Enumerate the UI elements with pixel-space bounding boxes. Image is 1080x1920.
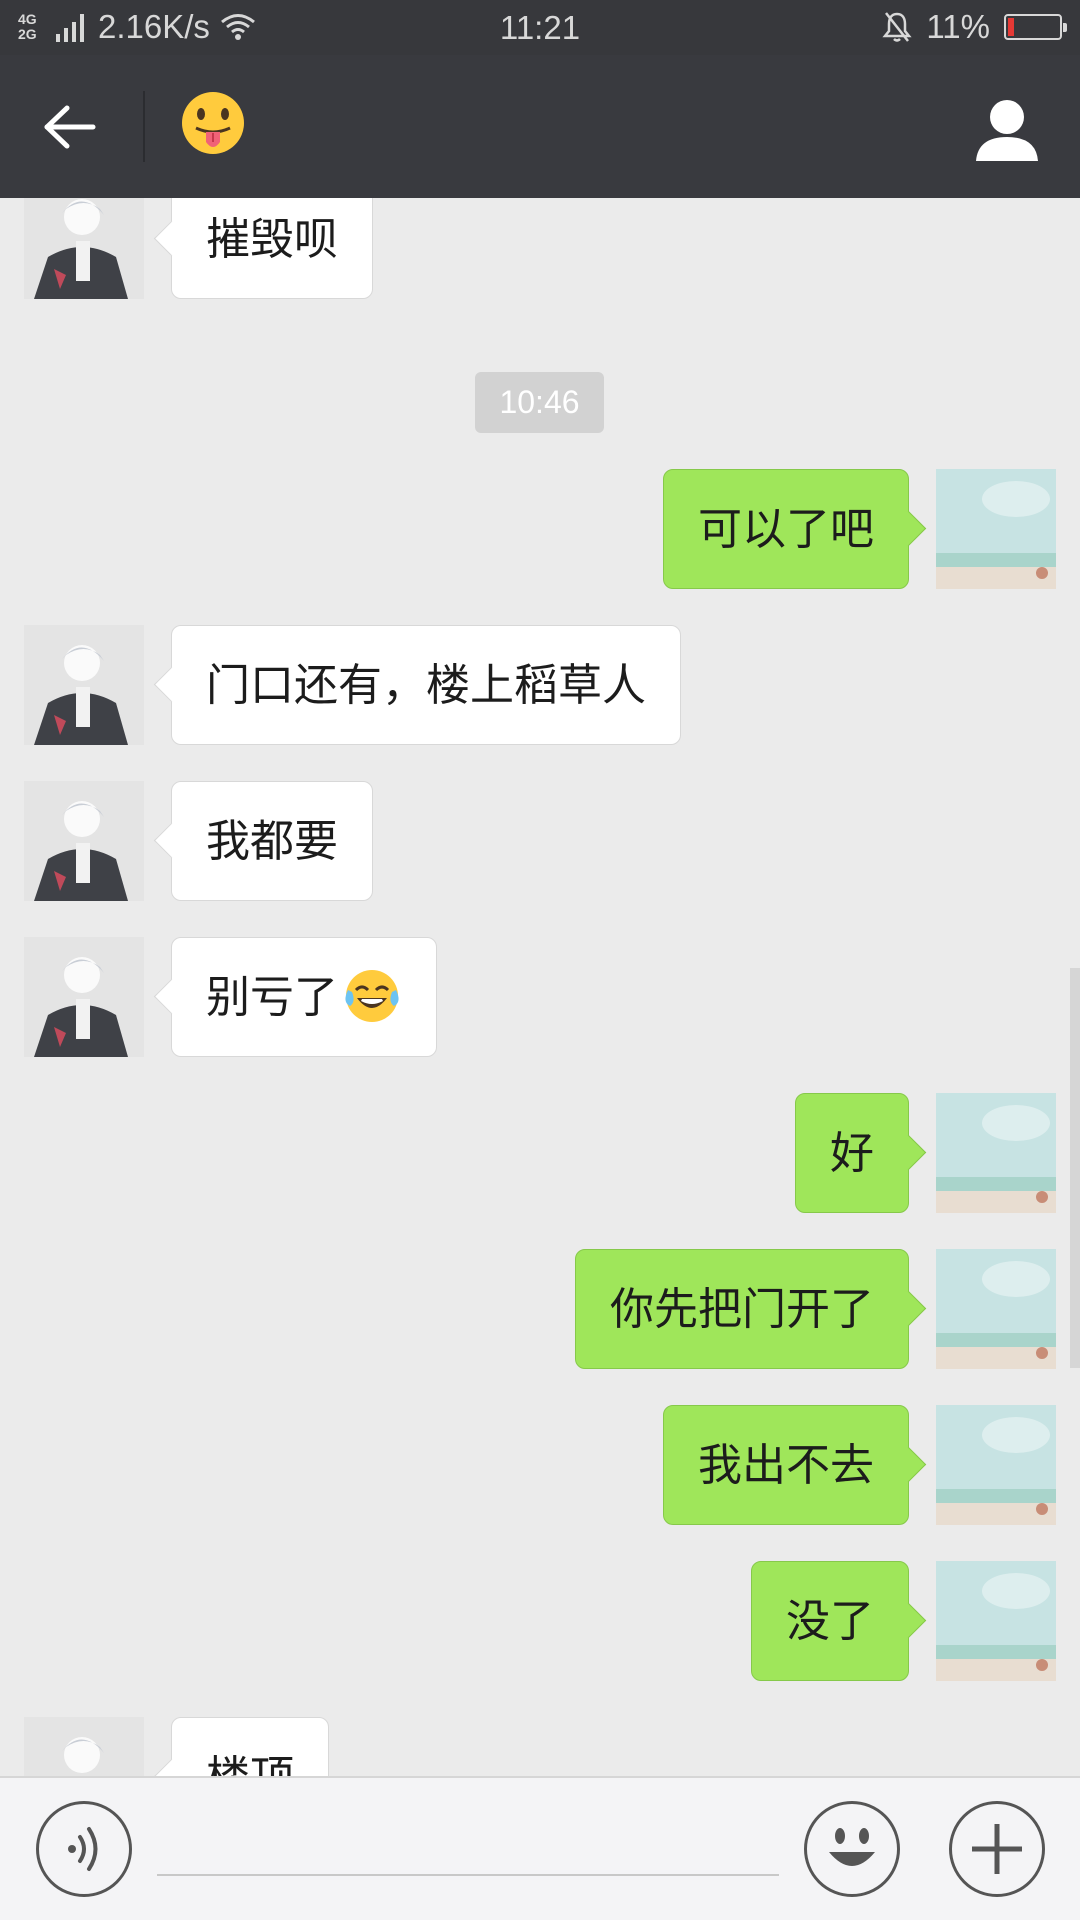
- smiley-icon: [829, 1828, 875, 1866]
- message-row: 摧毁呗: [0, 198, 1080, 299]
- chat-history[interactable]: 摧毁呗 10:46 可以了吧 门口还有，楼上稻草人 我都要 别亏了 好 你先把门…: [0, 198, 1080, 1776]
- contact-avatar[interactable]: [24, 198, 144, 299]
- message-row: 我都要: [0, 781, 1080, 901]
- input-bar: [0, 1776, 1080, 1920]
- message-bubble[interactable]: 可以了吧: [663, 469, 909, 589]
- message-bubble[interactable]: 楼顶: [171, 1717, 329, 1776]
- contact-avatar[interactable]: [24, 781, 144, 901]
- battery-percent: 11%: [926, 8, 990, 45]
- message-row: 没了: [0, 1561, 1080, 1681]
- voice-button[interactable]: [36, 1801, 132, 1897]
- bell-muted-icon: [882, 12, 912, 42]
- message-row: 可以了吧: [0, 469, 1080, 589]
- message-row: 好: [0, 1093, 1080, 1213]
- message-bubble[interactable]: 别亏了: [171, 937, 437, 1057]
- status-right: 11%: [882, 8, 1067, 46]
- chat-header: 😛: [0, 55, 1080, 198]
- message-row: 楼顶: [0, 1717, 1080, 1776]
- contact-avatar[interactable]: [24, 1717, 144, 1776]
- battery-icon: [1004, 14, 1067, 40]
- message-row: 别亏了: [0, 937, 1080, 1057]
- message-bubble[interactable]: 没了: [751, 1561, 909, 1681]
- my-avatar[interactable]: [936, 469, 1056, 589]
- message-bubble[interactable]: 我都要: [171, 781, 373, 901]
- header-divider: [143, 91, 145, 162]
- message-bubble[interactable]: 我出不去: [663, 1405, 909, 1525]
- message-bubble[interactable]: 你先把门开了: [575, 1249, 909, 1369]
- contact-avatar[interactable]: [24, 625, 144, 745]
- plus-icon: [972, 1824, 1022, 1874]
- chat-info-button[interactable]: [972, 95, 1042, 165]
- my-avatar[interactable]: [936, 1405, 1056, 1525]
- my-avatar[interactable]: [936, 1561, 1056, 1681]
- voice-icon: [68, 1827, 98, 1871]
- message-row: 你先把门开了: [0, 1249, 1080, 1369]
- message-input[interactable]: [157, 1798, 779, 1876]
- battery-level: [1008, 18, 1014, 36]
- more-button[interactable]: [949, 1801, 1045, 1897]
- chat-title: 😛: [180, 90, 246, 171]
- my-avatar[interactable]: [936, 1093, 1056, 1213]
- message-bubble[interactable]: 好: [795, 1093, 909, 1213]
- back-button[interactable]: [40, 97, 100, 157]
- person-icon: [976, 100, 1038, 161]
- my-avatar[interactable]: [936, 1249, 1056, 1369]
- message-bubble[interactable]: 摧毁呗: [171, 198, 373, 299]
- message-row: 我出不去: [0, 1405, 1080, 1525]
- timestamp-divider: 10:46: [475, 372, 604, 433]
- status-bar: 4G 2G 2.16K/s 11:21 11%: [0, 0, 1080, 55]
- message-row: 门口还有，楼上稻草人: [0, 625, 1080, 745]
- message-bubble[interactable]: 门口还有，楼上稻草人: [171, 625, 681, 745]
- message-text: 别亏了: [206, 972, 338, 1023]
- tears-of-joy-emoji-icon: [345, 970, 399, 1022]
- contact-avatar[interactable]: [24, 937, 144, 1057]
- arrow-left-icon: [44, 105, 96, 149]
- tongue-out-face-icon: [182, 92, 244, 154]
- emoji-button[interactable]: [804, 1801, 900, 1897]
